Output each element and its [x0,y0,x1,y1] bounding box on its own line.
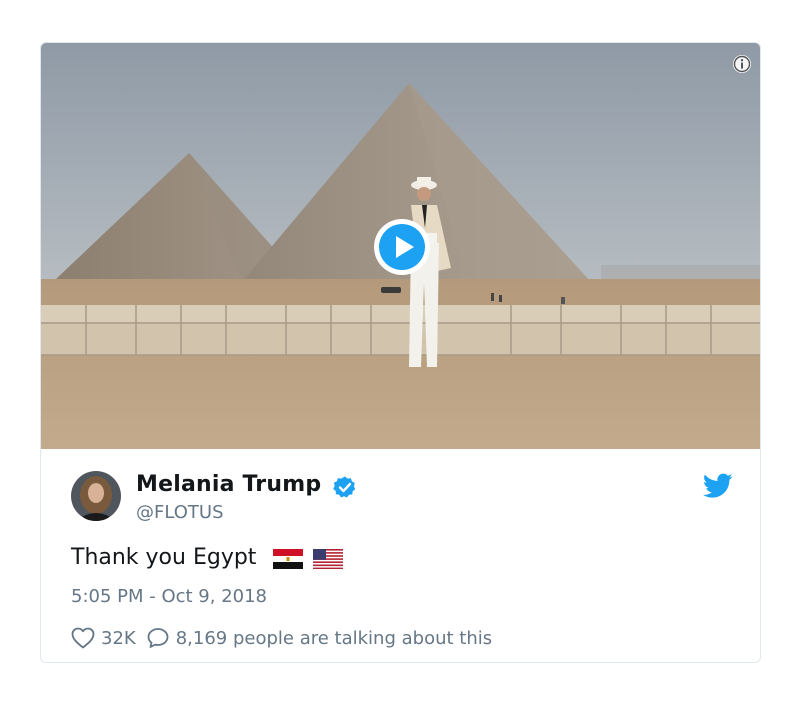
tweet-video-media[interactable] [41,43,760,449]
avatar[interactable] [71,471,121,521]
profile-photo [71,471,121,521]
embedded-tweet-card: Melania Trump @FLOTUS Thank you Egypt 5:… [40,42,761,663]
author-name[interactable]: Melania Trump [136,472,321,497]
like-count: 32K [101,627,136,649]
play-icon[interactable] [373,218,431,276]
conversation-link[interactable]: 8,169 people are talking about this [146,627,492,649]
egypt-flag-icon [273,549,303,569]
verified-badge-icon [333,476,356,498]
tweet-body: Melania Trump @FLOTUS Thank you Egypt 5:… [41,449,760,662]
talking-count: 8,169 people are talking about this [175,627,493,649]
tweet-text: Thank you Egypt [71,545,257,570]
engagement-bar: 32K 8,169 people are talking about this [71,625,492,651]
speech-bubble-icon [147,628,169,648]
author-handle[interactable]: @FLOTUS [136,502,224,523]
twitter-bird-icon[interactable] [703,473,733,499]
usa-flag-icon [313,549,343,569]
heart-icon [71,627,95,649]
info-icon[interactable] [732,54,752,74]
tweet-timestamp[interactable]: 5:05 PM - Oct 9, 2018 [71,586,267,607]
like-button[interactable]: 32K [71,627,136,649]
